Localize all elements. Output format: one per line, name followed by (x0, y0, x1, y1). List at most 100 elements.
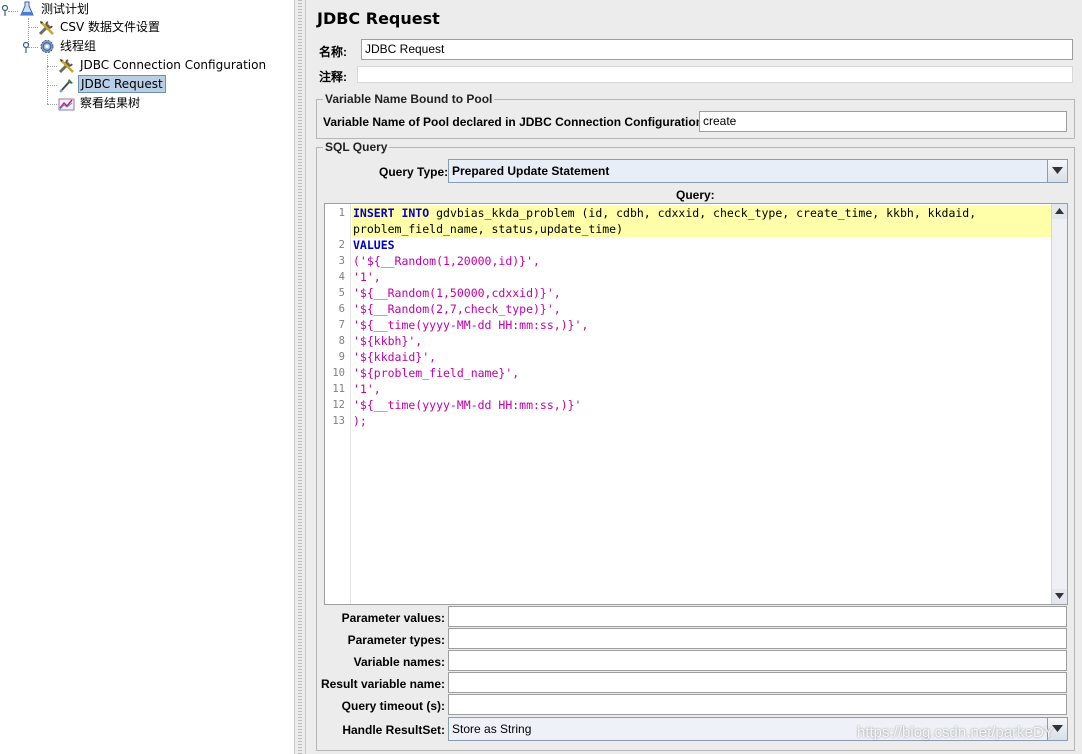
pool-name-field[interactable]: create (699, 111, 1067, 132)
code-token: '${__Random(2,7,check_type)}', (353, 302, 561, 316)
code-text: '${kkdaid}', (353, 349, 436, 365)
code-line: problem_field_name, status,update_time) (325, 221, 1045, 237)
vertical-scrollbar[interactable] (1051, 204, 1067, 604)
query-timeout-field[interactable] (448, 694, 1067, 715)
line-number: 6 (338, 303, 345, 315)
query-type-label: Query Type: (379, 165, 449, 179)
pool-group-legend: Variable Name Bound to Pool (325, 92, 493, 106)
code-line: 5 '${__Random(1,50000,cdxxid)}', (325, 285, 1045, 301)
tree-item-label: 线程组 (60, 39, 97, 53)
line-number: 1 (338, 207, 345, 219)
code-text: VALUES (353, 237, 395, 253)
code-line: 13); (325, 413, 1045, 429)
code-line: 12 '${__time(yyyy-MM-dd HH:mm:ss,)}' (325, 397, 1045, 413)
tree-item-thread-group[interactable]: 线程组 (0, 37, 290, 56)
wrench-icon (38, 19, 56, 36)
tree-item-jdbc-connection-config[interactable]: JDBC Connection Configuration (0, 56, 290, 75)
code-line: 11 '1', (325, 381, 1045, 397)
code-text: '${__time(yyyy-MM-dd HH:mm:ss,)}' (353, 397, 581, 413)
handle-resultset-label: Handle ResultSet: (342, 723, 445, 737)
wrench-icon (58, 57, 76, 74)
code-token: ('${__Random(1,20000,id)}', (353, 254, 540, 268)
tree-item-csv-config[interactable]: CSV 数据文件设置 (0, 18, 290, 37)
variable-names-label: Variable names: (353, 655, 445, 669)
query-type-value: Prepared Update Statement (452, 164, 610, 178)
tree-item-label: CSV 数据文件设置 (60, 20, 161, 34)
code-token: '1', (353, 382, 381, 396)
code-token: ); (353, 414, 367, 428)
parameter-values-field[interactable] (448, 606, 1067, 627)
jmeter-window: 测试计划 CSV 数据文件设置 线程组 JDBC Connection Conf… (0, 0, 1082, 754)
code-token: INSERT INTO (353, 206, 430, 220)
code-text: '${kkbh}', (353, 333, 422, 349)
comment-field[interactable] (357, 66, 1073, 83)
code-token: '${__time(yyyy-MM-dd HH:mm:ss,)}' (353, 398, 582, 412)
query-label: Query: (676, 188, 715, 202)
code-line: 10 '${problem_field_name}', (325, 365, 1045, 381)
test-plan-tree[interactable]: 测试计划 CSV 数据文件设置 线程组 JDBC Connection Conf… (0, 0, 294, 754)
code-text: '1', (353, 381, 381, 397)
code-text: problem_field_name, status,update_time) (353, 221, 623, 237)
code-token: VALUES (353, 238, 395, 252)
code-line: 4 '1', (325, 269, 1045, 285)
code-token: problem_field_name, status,update_time) (353, 222, 624, 236)
code-line: 2 VALUES (325, 237, 1045, 253)
code-token: '${problem_field_name}', (353, 366, 520, 380)
tree-item-label: 测试计划 (41, 2, 90, 16)
line-number: 5 (338, 287, 345, 299)
tree-item-label: 察看结果树 (80, 96, 141, 110)
parameter-types-label: Parameter types: (347, 633, 445, 647)
code-token: '${kkdaid}', (353, 350, 437, 364)
handle-resultset-value: Store as String (452, 722, 532, 736)
name-field[interactable]: JDBC Request (361, 39, 1073, 60)
code-line: 6 '${__Random(2,7,check_type)}', (325, 301, 1045, 317)
code-text: '${__Random(2,7,check_type)}', (353, 301, 561, 317)
code-token: gdvbias_kkda_problem (id, cdbh, cdxxid, … (429, 206, 977, 220)
line-number: 11 (332, 383, 345, 395)
tree-item-jdbc-request[interactable]: JDBC Request (0, 75, 290, 94)
code-line: 8 '${kkbh}', (325, 333, 1045, 349)
parameter-types-field[interactable] (448, 628, 1067, 649)
code-text: '${__time(yyyy-MM-dd HH:mm:ss,)}', (353, 317, 588, 333)
code-text: '${problem_field_name}', (353, 365, 519, 381)
line-number: 7 (338, 319, 345, 331)
expand-toggle-icon[interactable] (1, 4, 11, 16)
tree-item-label: JDBC Request (78, 75, 166, 93)
line-number: 2 (338, 239, 345, 251)
comment-label: 注释: (319, 70, 347, 84)
parameter-values-label: Parameter values: (341, 611, 445, 625)
code-line: 1 INSERT INTO gdvbias_kkda_problem (id, c… (325, 205, 1045, 221)
query-timeout-label: Query timeout (s): (341, 699, 445, 713)
code-token: '${__time(yyyy-MM-dd HH:mm:ss,)}', (353, 318, 589, 332)
sql-query-group-legend: SQL Query (325, 140, 388, 154)
flask-icon (19, 1, 37, 18)
code-text: '${__Random(1,50000,cdxxid)}', (353, 285, 561, 301)
variable-names-field[interactable] (448, 650, 1067, 671)
pool-name-label: Variable Name of Pool declared in JDBC C… (323, 115, 708, 129)
expand-toggle-icon[interactable] (22, 41, 32, 53)
code-line: 3 ('${__Random(1,20000,id)}', (325, 253, 1045, 269)
gear-icon (38, 38, 56, 55)
scroll-down-icon[interactable] (1052, 589, 1067, 604)
watermark: https://blog.csdn.net/parkeDY (857, 724, 1054, 741)
result-variable-name-field[interactable] (448, 672, 1067, 693)
tree-item-view-results-tree[interactable]: 察看结果树 (0, 94, 290, 113)
line-number: 9 (338, 351, 345, 363)
code-token: '${kkbh}', (353, 334, 423, 348)
line-number: 10 (332, 367, 345, 379)
query-type-select[interactable]: Prepared Update Statement (448, 159, 1068, 183)
code-line: 7 '${__time(yyyy-MM-dd HH:mm:ss,)}', (325, 317, 1045, 333)
split-pane-divider[interactable] (294, 0, 306, 754)
code-text: '1', (353, 269, 381, 285)
scroll-up-icon[interactable] (1052, 204, 1067, 219)
line-number: 8 (338, 335, 345, 347)
code-text: ); (353, 413, 367, 429)
code-token: '1', (353, 270, 381, 284)
pipette-icon (58, 76, 76, 93)
line-number: 13 (332, 415, 345, 427)
tree-item-test-plan[interactable]: 测试计划 (0, 0, 290, 19)
sql-query-editor[interactable]: 1 INSERT INTO gdvbias_kkda_problem (id, c… (324, 203, 1068, 605)
chevron-down-icon[interactable] (1047, 160, 1067, 182)
result-variable-name-label: Result variable name: (320, 677, 445, 691)
code-line: 9 '${kkdaid}', (325, 349, 1045, 365)
